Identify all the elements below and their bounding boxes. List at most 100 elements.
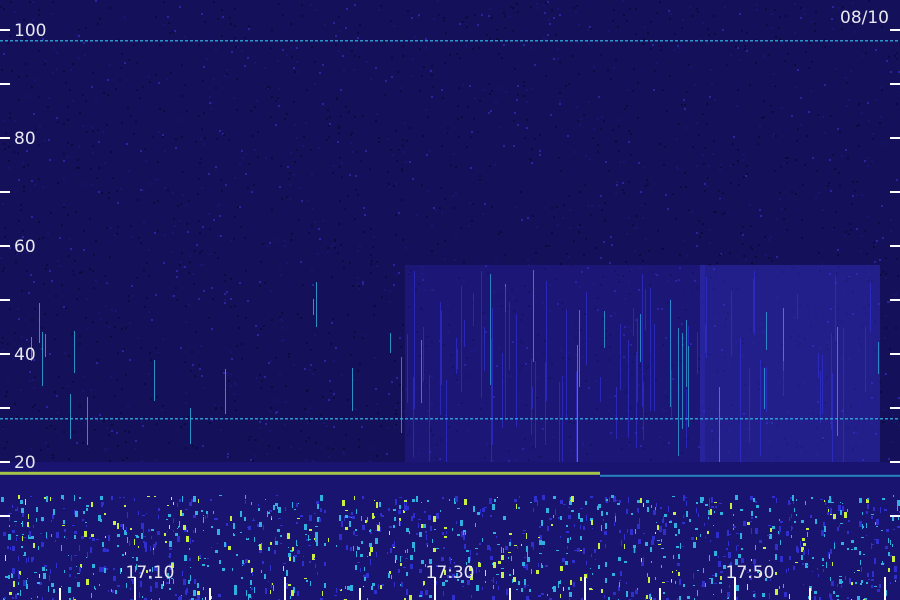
low-band-speck	[394, 517, 396, 521]
noise-speck	[702, 22, 704, 24]
noise-speck	[328, 125, 330, 127]
low-band-speck	[182, 571, 183, 576]
noise-speck	[514, 68, 516, 70]
noise-speck	[539, 134, 541, 136]
noise-speck	[73, 431, 75, 433]
noise-speck	[327, 109, 329, 111]
low-band-speck	[16, 535, 18, 536]
noise-speck	[531, 162, 533, 164]
noise-speck	[190, 370, 192, 372]
noise-speck	[503, 12, 505, 14]
signal-streak	[706, 277, 707, 358]
noise-speck	[175, 287, 177, 289]
noise-speck	[140, 189, 142, 191]
noise-speck	[61, 284, 63, 286]
low-band-speck	[776, 498, 777, 503]
noise-speck	[642, 217, 644, 219]
low-band-speck	[233, 533, 234, 536]
low-band-speck	[369, 552, 371, 556]
noise-speck	[530, 47, 532, 49]
noise-speck	[846, 82, 848, 84]
noise-speck	[164, 234, 166, 236]
low-band-speck	[390, 548, 392, 553]
low-band-speck	[369, 543, 372, 547]
low-band-speck	[624, 534, 625, 540]
noise-speck	[526, 101, 528, 103]
noise-speck	[201, 375, 203, 377]
low-band-speck	[8, 575, 10, 579]
noise-speck	[576, 5, 578, 7]
low-band-speck	[779, 519, 780, 521]
noise-speck	[187, 416, 189, 418]
low-band-speck	[287, 533, 290, 539]
noise-speck	[786, 229, 788, 231]
low-band-speck	[1, 497, 4, 502]
low-band-speck	[482, 587, 483, 590]
low-band-speck	[877, 589, 880, 592]
low-band-speck	[542, 495, 543, 500]
low-band-speck	[27, 578, 28, 579]
noise-speck	[17, 152, 19, 154]
noise-speck	[98, 312, 100, 314]
low-band-speck	[867, 573, 869, 577]
low-band-speck	[143, 536, 146, 537]
low-band-speck	[247, 538, 248, 539]
low-band-speck	[580, 536, 582, 540]
low-band-speck	[351, 512, 353, 515]
noise-speck	[794, 64, 796, 66]
noise-speck	[350, 354, 352, 356]
low-band-speck	[881, 563, 884, 565]
low-band-speck	[62, 525, 65, 526]
low-band-speck	[827, 512, 829, 515]
noise-speck	[845, 149, 847, 151]
low-band-speck	[498, 586, 499, 590]
low-band-speck	[476, 585, 479, 591]
noise-speck	[42, 237, 44, 239]
noise-speck	[880, 274, 882, 276]
noise-speck	[713, 15, 715, 17]
noise-speck	[226, 73, 228, 75]
noise-speck	[202, 445, 204, 447]
low-band-speck	[792, 495, 794, 501]
noise-speck	[338, 16, 340, 18]
noise-speck	[437, 0, 439, 2]
noise-speck	[416, 214, 418, 216]
low-band-speck	[404, 505, 407, 511]
noise-speck	[770, 105, 772, 107]
noise-speck	[534, 64, 536, 66]
noise-speck	[32, 1, 34, 3]
low-band-speck	[755, 545, 756, 550]
noise-speck	[672, 193, 674, 195]
low-band-speck	[863, 554, 865, 555]
low-band-speck	[711, 497, 713, 503]
noise-speck	[896, 258, 898, 260]
noise-speck	[63, 153, 65, 155]
noise-speck	[885, 277, 887, 279]
low-band-speck	[560, 516, 562, 520]
noise-speck	[454, 259, 456, 261]
noise-speck	[664, 146, 666, 148]
noise-speck	[141, 460, 143, 462]
low-band-speck	[897, 506, 898, 511]
noise-speck	[111, 430, 113, 432]
low-band-speck	[631, 592, 634, 597]
low-band-speck	[175, 594, 177, 596]
noise-speck	[745, 175, 747, 177]
noise-speck	[54, 391, 56, 393]
signal-streak	[600, 377, 601, 402]
noise-speck	[399, 337, 401, 339]
noise-speck	[733, 136, 735, 138]
noise-speck	[104, 275, 106, 277]
noise-speck	[743, 176, 745, 178]
noise-speck	[128, 295, 130, 297]
noise-speck	[742, 226, 744, 228]
noise-speck	[83, 249, 85, 251]
noise-speck	[488, 15, 490, 17]
low-band-speck	[291, 590, 294, 596]
low-band-speck	[784, 592, 787, 597]
noise-speck	[314, 221, 316, 223]
noise-speck	[800, 97, 802, 99]
noise-speck	[185, 204, 187, 206]
noise-speck	[822, 227, 824, 229]
low-band-speck	[674, 523, 677, 528]
